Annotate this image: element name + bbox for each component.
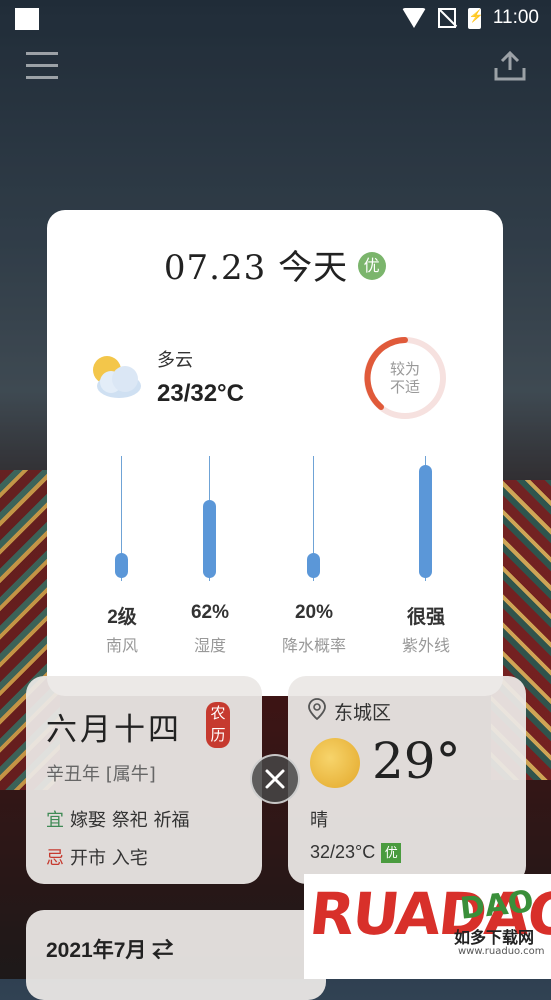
watermark-logo: RUADAO DAO 如多下载网 www.ruaduo.com: [304, 874, 551, 979]
weather-card[interactable]: 东城区 29° 晴 32/23°C 优: [288, 676, 526, 884]
status-time: 11:00: [492, 7, 539, 28]
humidity-label: 湿度: [193, 636, 226, 655]
menu-icon[interactable]: [26, 52, 58, 80]
partly-cloudy-icon: [85, 352, 145, 402]
lunar-calendar-card[interactable]: 六月十四 农历 辛丑年 [属牛] 宜嫁娶 祭祀 祈福 忌开市 入宅: [26, 676, 262, 884]
status-icons: 11:00: [401, 7, 539, 29]
comfort-gauge: 较为 不适: [361, 334, 449, 422]
location-pin-icon: [308, 698, 326, 721]
close-icon: [265, 769, 285, 789]
lunar-seal: 农历: [206, 702, 230, 748]
air-quality-badge-small: 优: [381, 843, 402, 864]
inauspicious-row: 忌开市 入宅: [46, 844, 148, 870]
uv-bar: [419, 465, 432, 578]
wind-value: 2级: [107, 607, 137, 628]
precipitation-value: 20%: [294, 602, 334, 623]
status-bar: 11:00: [0, 0, 551, 38]
precipitation-label: 降水概率: [281, 636, 346, 655]
watermark-cn: 如多下载网: [454, 928, 535, 947]
comfort-label: 较为 不适: [389, 360, 420, 396]
current-condition: 晴: [310, 810, 328, 831]
no-sim-icon: [437, 8, 456, 28]
location-name: 东城区: [334, 702, 392, 724]
popup-date: 07.23 今天: [163, 248, 349, 288]
weather-stats: 2级 南风 62% 湿度 20% 降水概率 很强 紫外线: [77, 456, 477, 656]
yi-text: 嫁娶 祭祀 祈福: [70, 810, 190, 831]
day-temperature-range: 32/23°C 优: [310, 842, 402, 864]
popup-title: 07.23 今天优: [47, 240, 503, 289]
watermark-url: www.ruaduo.com: [458, 946, 545, 957]
close-popup-button[interactable]: [250, 754, 300, 804]
condition-text: 多云: [157, 350, 193, 371]
ji-tag: 忌: [46, 848, 64, 869]
sun-icon: [310, 738, 360, 788]
wifi-icon: [401, 8, 426, 28]
yi-tag: 宜: [46, 810, 64, 831]
temperature-range: 23/32°C: [157, 380, 244, 407]
current-temperature: 29°: [372, 732, 461, 790]
wind-label: 南风: [105, 636, 138, 655]
humidity-value: 62%: [190, 602, 230, 623]
month-label[interactable]: 2021年7月 ⇄: [46, 934, 173, 964]
uv-value: 很强: [406, 607, 445, 628]
wind-bar: [115, 553, 128, 578]
ji-text: 开市 入宅: [70, 848, 148, 869]
notification-icon: [15, 8, 39, 30]
lunar-date: 六月十四: [46, 712, 182, 748]
humidity-bar: [203, 500, 216, 578]
lunar-year: 辛丑年 [属牛]: [46, 764, 156, 785]
month-calendar-card[interactable]: 2021年7月 ⇄: [26, 910, 326, 1000]
precipitation-bar: [307, 553, 320, 578]
auspicious-row: 宜嫁娶 祭祀 祈福: [46, 806, 189, 832]
weather-detail-popup: 07.23 今天优 多云 23/32°C 较为 不适 2级 南风 62% 湿度 …: [47, 210, 503, 696]
battery-icon: [467, 7, 484, 29]
uv-label: 紫外线: [401, 636, 450, 655]
share-icon[interactable]: [493, 50, 527, 82]
air-quality-badge: 优: [358, 252, 387, 280]
